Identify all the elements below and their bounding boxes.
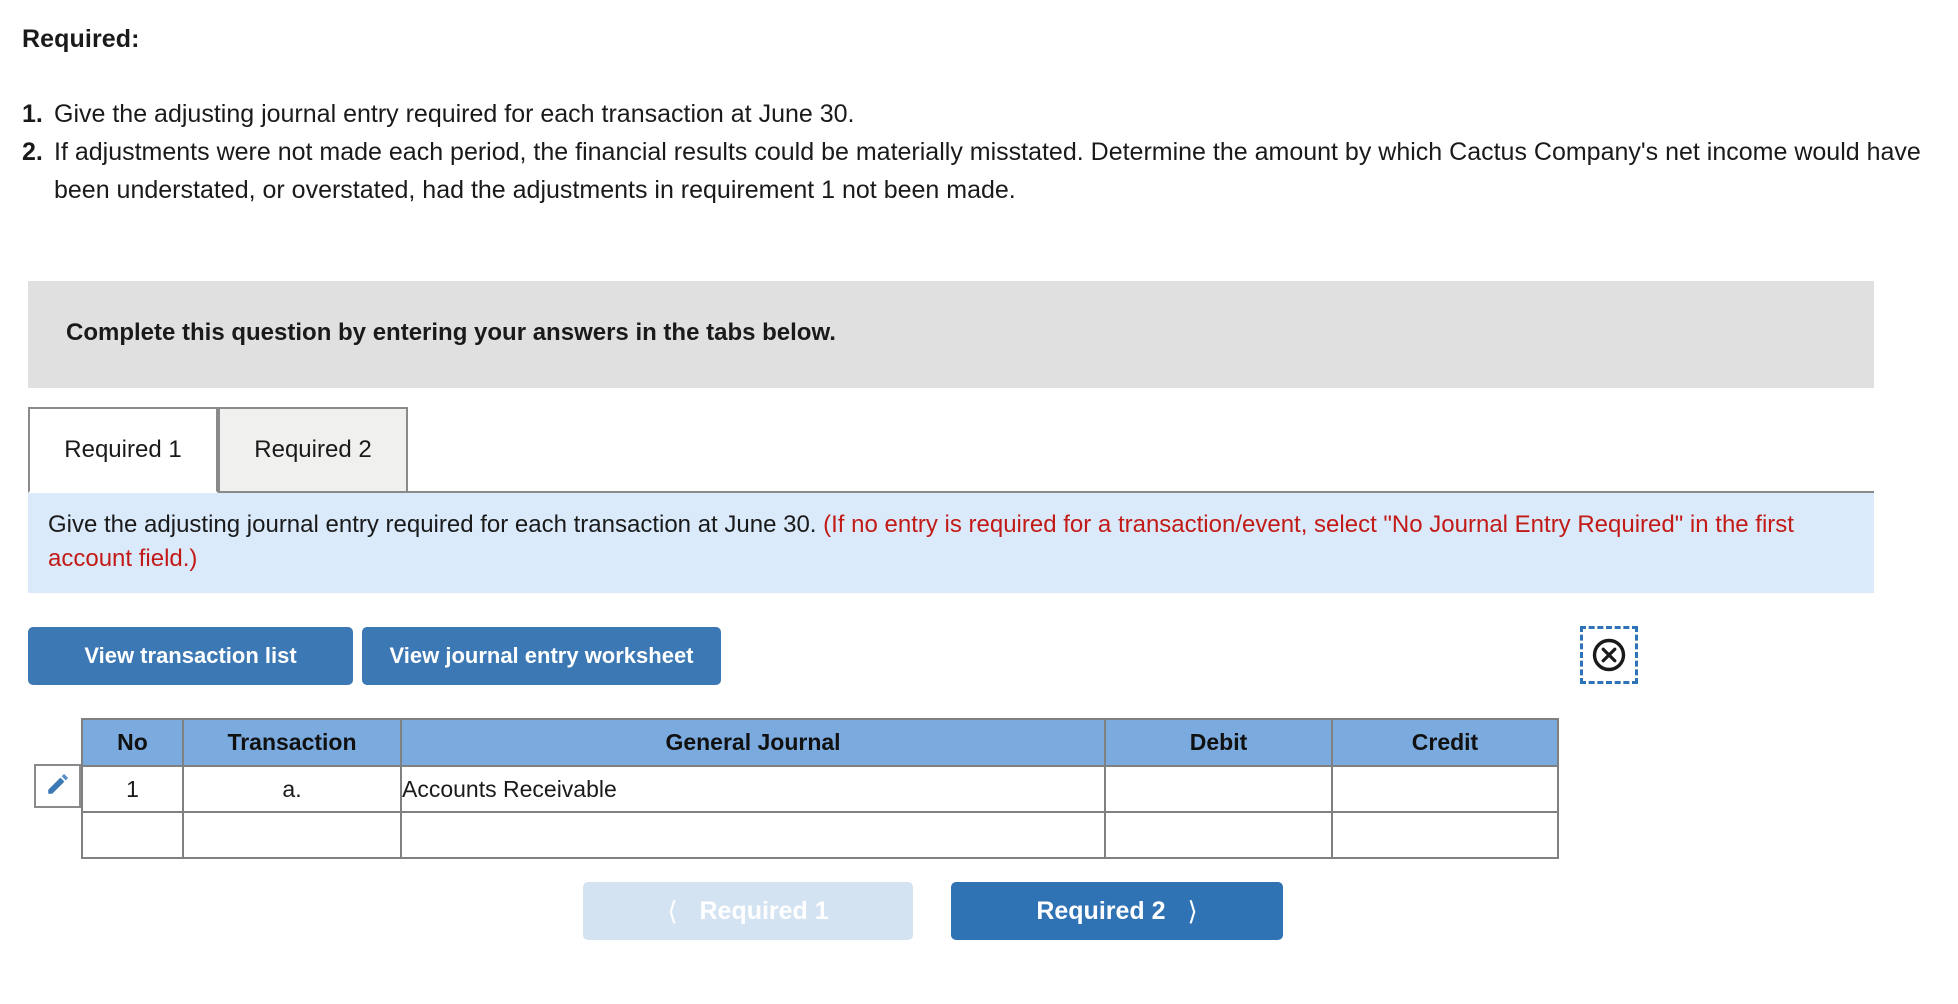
cell-debit[interactable] <box>1104 765 1333 813</box>
previous-required-label: Required 1 <box>699 896 829 925</box>
chevron-left-icon: ⟨ <box>667 895 678 926</box>
chevron-right-icon: ⟩ <box>1187 895 1198 926</box>
info-panel-text: Give the adjusting journal entry require… <box>48 508 1834 576</box>
tab-required-2[interactable]: Required 2 <box>218 407 408 493</box>
cell-transaction: a. <box>182 765 402 813</box>
next-required-label: Required 2 <box>1036 896 1166 925</box>
next-required-button[interactable]: Required 2 ⟩ <box>951 882 1283 940</box>
info-prompt: Give the adjusting journal entry require… <box>48 511 817 538</box>
column-header-no: No <box>81 718 184 767</box>
requirement-item-1: 1. Give the adjusting journal entry requ… <box>22 95 1922 133</box>
cell-credit[interactable] <box>1331 811 1559 859</box>
tab-bar: Required 1 Required 2 <box>28 407 1874 493</box>
table-row[interactable]: 1 a. Accounts Receivable <box>81 765 1559 813</box>
view-journal-entry-worksheet-button[interactable]: View journal entry worksheet <box>362 627 721 685</box>
previous-required-button[interactable]: ⟨ Required 1 <box>583 882 913 940</box>
instruction-banner: Complete this question by entering your … <box>28 281 1874 388</box>
requirement-number: 2. <box>22 138 43 166</box>
column-header-debit: Debit <box>1104 718 1333 767</box>
journal-entry-table: No Transaction General Journal Debit Cre… <box>81 718 1559 859</box>
requirement-text: Give the adjusting journal entry require… <box>54 100 855 128</box>
cell-transaction <box>182 811 402 859</box>
column-header-general-journal: General Journal <box>400 718 1106 767</box>
cell-no <box>81 811 184 859</box>
close-button[interactable] <box>1580 626 1638 684</box>
table-header-row: No Transaction General Journal Debit Cre… <box>81 718 1559 767</box>
cell-debit[interactable] <box>1104 811 1333 859</box>
pencil-icon <box>45 771 71 802</box>
cell-general-journal[interactable] <box>400 811 1106 859</box>
info-panel: Give the adjusting journal entry require… <box>28 493 1874 593</box>
requirements-list: 1. Give the adjusting journal entry requ… <box>22 95 1922 209</box>
cell-general-journal[interactable]: Accounts Receivable <box>400 765 1106 813</box>
cell-credit[interactable] <box>1331 765 1559 813</box>
column-header-transaction: Transaction <box>182 718 402 767</box>
column-header-credit: Credit <box>1331 718 1559 767</box>
table-row[interactable] <box>81 811 1559 859</box>
circle-x-icon <box>1591 637 1627 673</box>
edit-row-button[interactable] <box>34 764 81 808</box>
requirement-text: If adjustments were not made each period… <box>54 138 1921 204</box>
tab-label: Required 2 <box>254 436 372 463</box>
tab-required-1[interactable]: Required 1 <box>28 407 218 493</box>
cell-no: 1 <box>81 765 184 813</box>
requirement-number: 1. <box>22 100 43 128</box>
requirement-item-2: 2. If adjustments were not made each per… <box>22 133 1922 209</box>
view-transaction-list-button[interactable]: View transaction list <box>28 627 353 685</box>
tab-label: Required 1 <box>64 436 182 463</box>
instruction-banner-text: Complete this question by entering your … <box>66 319 836 346</box>
page-title: Required: <box>22 25 140 53</box>
